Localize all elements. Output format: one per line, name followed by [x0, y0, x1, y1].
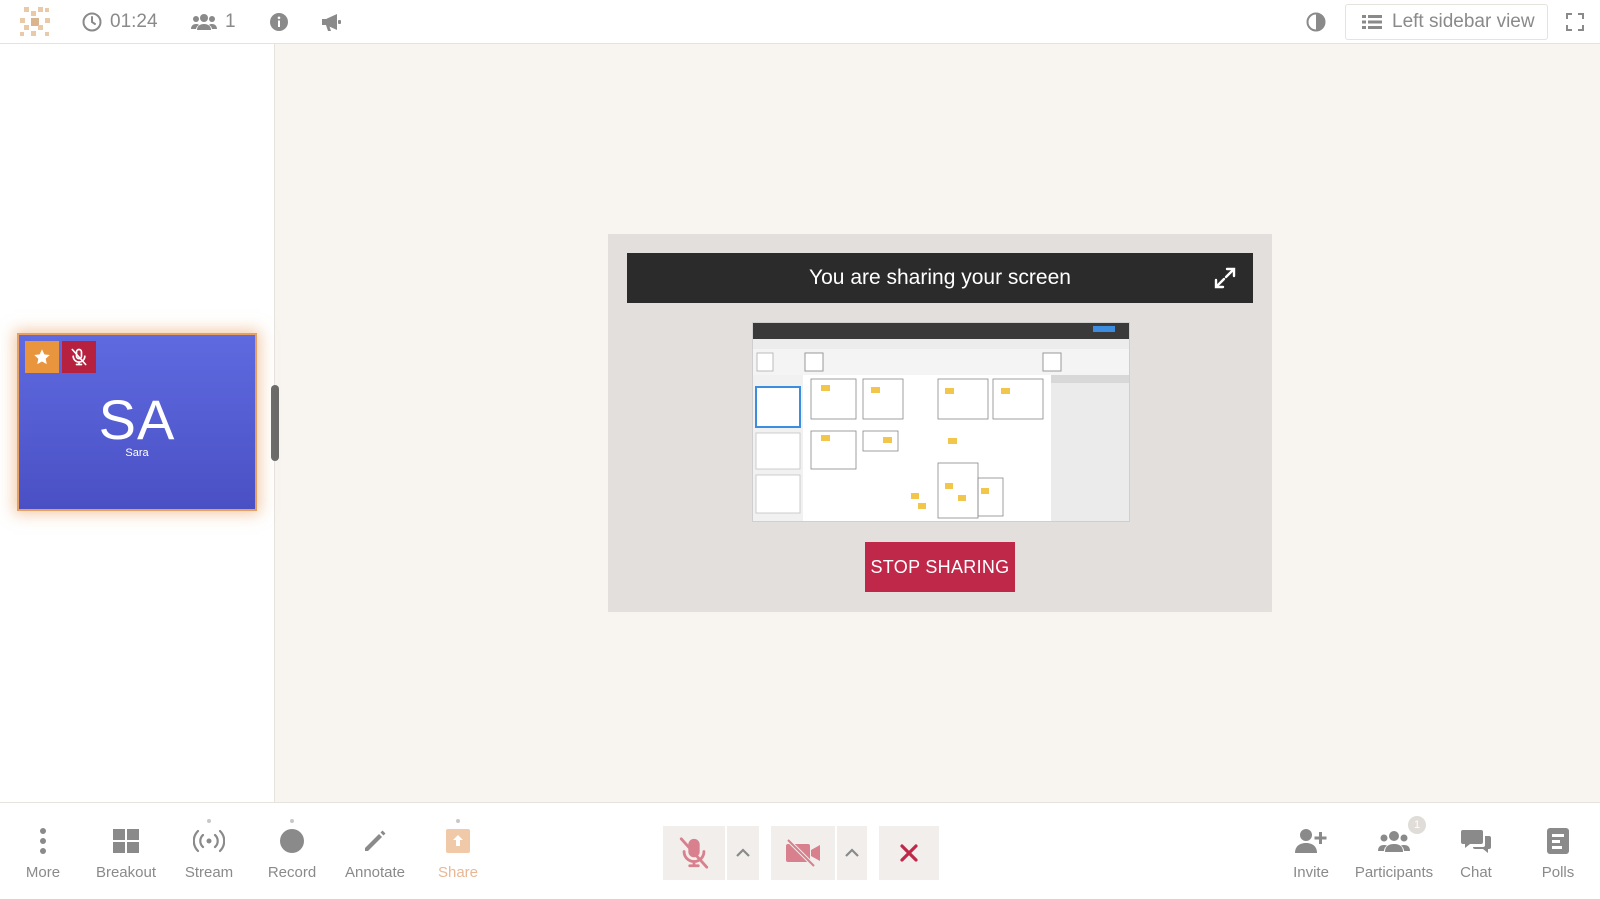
- chat-label: Chat: [1460, 864, 1492, 881]
- users-icon: [191, 14, 217, 30]
- annotate-label: Annotate: [344, 864, 406, 881]
- more-button[interactable]: More: [3, 822, 83, 888]
- polls-label: Polls: [1541, 864, 1575, 881]
- layout-view-button[interactable]: Left sidebar view: [1345, 4, 1548, 40]
- participants-button[interactable]: 1 Participants: [1352, 816, 1436, 888]
- record-button[interactable]: Record: [252, 819, 332, 888]
- chevron-up-icon: [845, 848, 859, 857]
- participant-initials: SA: [98, 388, 176, 451]
- participant-count: 1: [225, 11, 236, 32]
- layout-view-label: Left sidebar view: [1392, 11, 1535, 32]
- polls-icon: [1547, 828, 1569, 854]
- theme-toggle[interactable]: [1306, 0, 1326, 44]
- share-screen-icon: [446, 829, 470, 853]
- info-button[interactable]: [269, 0, 289, 44]
- close-icon: [900, 844, 918, 862]
- chevron-up-icon: [736, 848, 750, 857]
- leave-meeting-button[interactable]: [879, 826, 939, 880]
- fullscreen-button[interactable]: [1566, 0, 1584, 44]
- camera-off-icon: [786, 839, 820, 867]
- participant-counter[interactable]: 1: [191, 0, 236, 44]
- muted-badge: [62, 341, 96, 373]
- announce-button[interactable]: [320, 0, 342, 44]
- participants-count-badge: 1: [1408, 816, 1426, 834]
- app-logo-icon: [20, 7, 50, 36]
- share-header-text: You are sharing your screen: [809, 266, 1071, 289]
- top-bar: 01:24 1 Left sidebar view: [0, 0, 1600, 44]
- shared-screen-thumbnail: [753, 323, 1129, 521]
- grid-icon: [113, 829, 139, 853]
- more-label: More: [25, 864, 61, 881]
- mic-off-icon: [71, 348, 87, 366]
- video-options-button[interactable]: [837, 826, 867, 880]
- mute-microphone-button[interactable]: [663, 826, 725, 880]
- list-layout-icon: [1362, 15, 1382, 29]
- shared-screen-preview: [752, 322, 1130, 522]
- screen-share-card: You are sharing your screen STOP SHARING: [608, 234, 1272, 612]
- participants-icon: [1378, 831, 1410, 852]
- record-label: Record: [267, 864, 317, 881]
- polls-button[interactable]: Polls: [1518, 822, 1598, 888]
- annotate-button[interactable]: Annotate: [335, 822, 415, 888]
- info-icon: [270, 13, 288, 31]
- pencil-icon: [365, 830, 386, 851]
- record-icon: [280, 829, 304, 853]
- sidebar-resize-handle[interactable]: [271, 385, 279, 461]
- chat-icon: [1461, 830, 1491, 853]
- share-label: Share: [437, 864, 479, 881]
- participant-tile[interactable]: SA Sara: [17, 333, 257, 511]
- host-badge: [25, 341, 59, 373]
- participants-label: Participants: [1354, 864, 1434, 881]
- share-status-dot: [456, 819, 460, 823]
- megaphone-icon: [322, 14, 341, 31]
- contrast-icon: [1306, 12, 1326, 32]
- audio-options-button[interactable]: [727, 826, 759, 880]
- invite-label: Invite: [1293, 864, 1329, 881]
- participant-name: Sara: [125, 447, 149, 459]
- more-vertical-icon: [40, 828, 46, 854]
- timer-text: 01:24: [110, 11, 158, 32]
- mic-off-icon: [679, 837, 709, 869]
- invite-button[interactable]: Invite: [1271, 822, 1351, 888]
- clock-icon: [82, 12, 102, 32]
- stream-button[interactable]: Stream: [169, 819, 249, 888]
- expand-icon[interactable]: [1213, 266, 1237, 290]
- breakout-label: Breakout: [95, 864, 157, 881]
- breakout-button[interactable]: Breakout: [86, 822, 166, 888]
- record-status-dot: [290, 819, 294, 823]
- stream-status-dot: [207, 819, 211, 823]
- stream-label: Stream: [184, 864, 234, 881]
- add-user-icon: [1295, 829, 1327, 853]
- broadcast-icon: [193, 829, 225, 853]
- chat-button[interactable]: Chat: [1436, 822, 1516, 888]
- star-icon: [34, 349, 50, 365]
- share-button[interactable]: Share: [418, 819, 498, 888]
- fullscreen-icon: [1566, 13, 1584, 31]
- meeting-timer: 01:24: [82, 0, 158, 44]
- share-header: You are sharing your screen: [627, 253, 1253, 303]
- stop-camera-button[interactable]: [771, 826, 835, 880]
- stop-sharing-button[interactable]: STOP SHARING: [865, 542, 1015, 592]
